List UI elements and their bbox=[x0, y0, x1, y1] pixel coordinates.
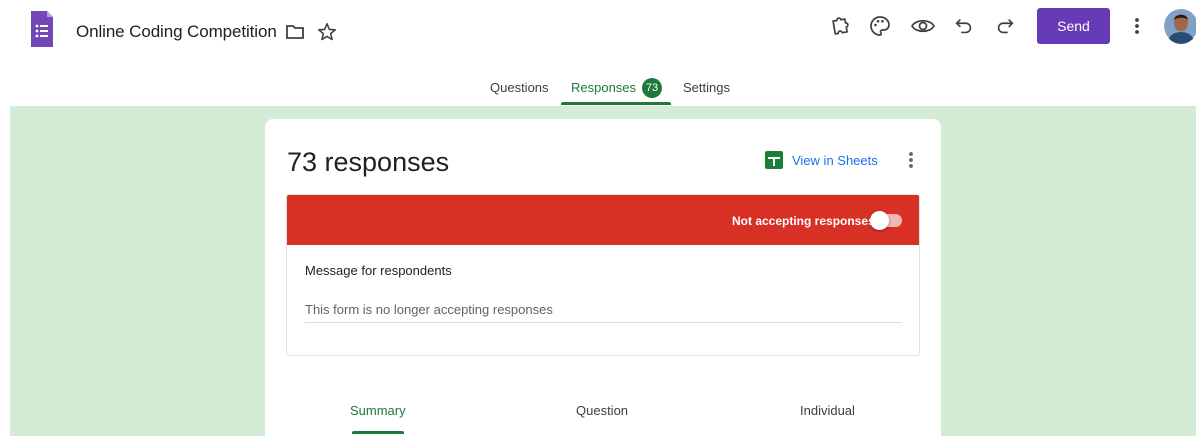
more-vert-icon[interactable] bbox=[906, 149, 916, 171]
tab-responses[interactable]: Responses bbox=[571, 80, 636, 95]
accepting-status-label: Not accepting responses bbox=[732, 214, 875, 228]
message-for-respondents-input[interactable] bbox=[305, 297, 902, 323]
tab-questions[interactable]: Questions bbox=[490, 80, 549, 95]
accepting-responses-panel: Not accepting responses Message for resp… bbox=[286, 194, 920, 356]
undo-icon[interactable] bbox=[953, 15, 975, 37]
tab-summary[interactable]: Summary bbox=[350, 403, 406, 418]
avatar[interactable] bbox=[1164, 8, 1196, 44]
not-accepting-banner: Not accepting responses bbox=[287, 195, 919, 245]
send-button[interactable]: Send bbox=[1037, 8, 1110, 44]
responses-card: 73 responses View in Sheets Not acceptin… bbox=[265, 119, 941, 436]
sheets-icon bbox=[765, 149, 783, 171]
view-in-sheets-label: View in Sheets bbox=[792, 152, 878, 168]
redo-icon[interactable] bbox=[994, 15, 1016, 37]
active-subtab-indicator bbox=[352, 431, 404, 434]
eye-icon[interactable] bbox=[910, 14, 936, 38]
tab-question[interactable]: Question bbox=[576, 403, 628, 418]
view-in-sheets-button[interactable]: View in Sheets bbox=[765, 149, 878, 171]
accepting-responses-toggle[interactable] bbox=[870, 210, 904, 230]
puzzle-icon[interactable] bbox=[828, 14, 852, 38]
responses-count-title: 73 responses bbox=[287, 147, 450, 177]
top-app-bar: Online Coding Competition Send bbox=[0, 0, 1196, 62]
folder-icon[interactable] bbox=[285, 22, 305, 42]
palette-icon[interactable] bbox=[868, 14, 892, 38]
form-title[interactable]: Online Coding Competition bbox=[76, 22, 277, 42]
tab-settings[interactable]: Settings bbox=[683, 80, 730, 95]
more-vert-icon[interactable] bbox=[1130, 14, 1144, 38]
message-label: Message for respondents bbox=[305, 263, 452, 278]
toggle-knob[interactable] bbox=[870, 211, 889, 230]
star-icon[interactable] bbox=[316, 21, 338, 43]
form-tabs: Questions Responses 73 Settings bbox=[0, 62, 1196, 106]
tab-individual[interactable]: Individual bbox=[800, 403, 855, 418]
google-forms-icon[interactable] bbox=[29, 9, 55, 49]
responses-count-badge: 73 bbox=[642, 78, 662, 98]
active-tab-indicator bbox=[561, 102, 671, 105]
